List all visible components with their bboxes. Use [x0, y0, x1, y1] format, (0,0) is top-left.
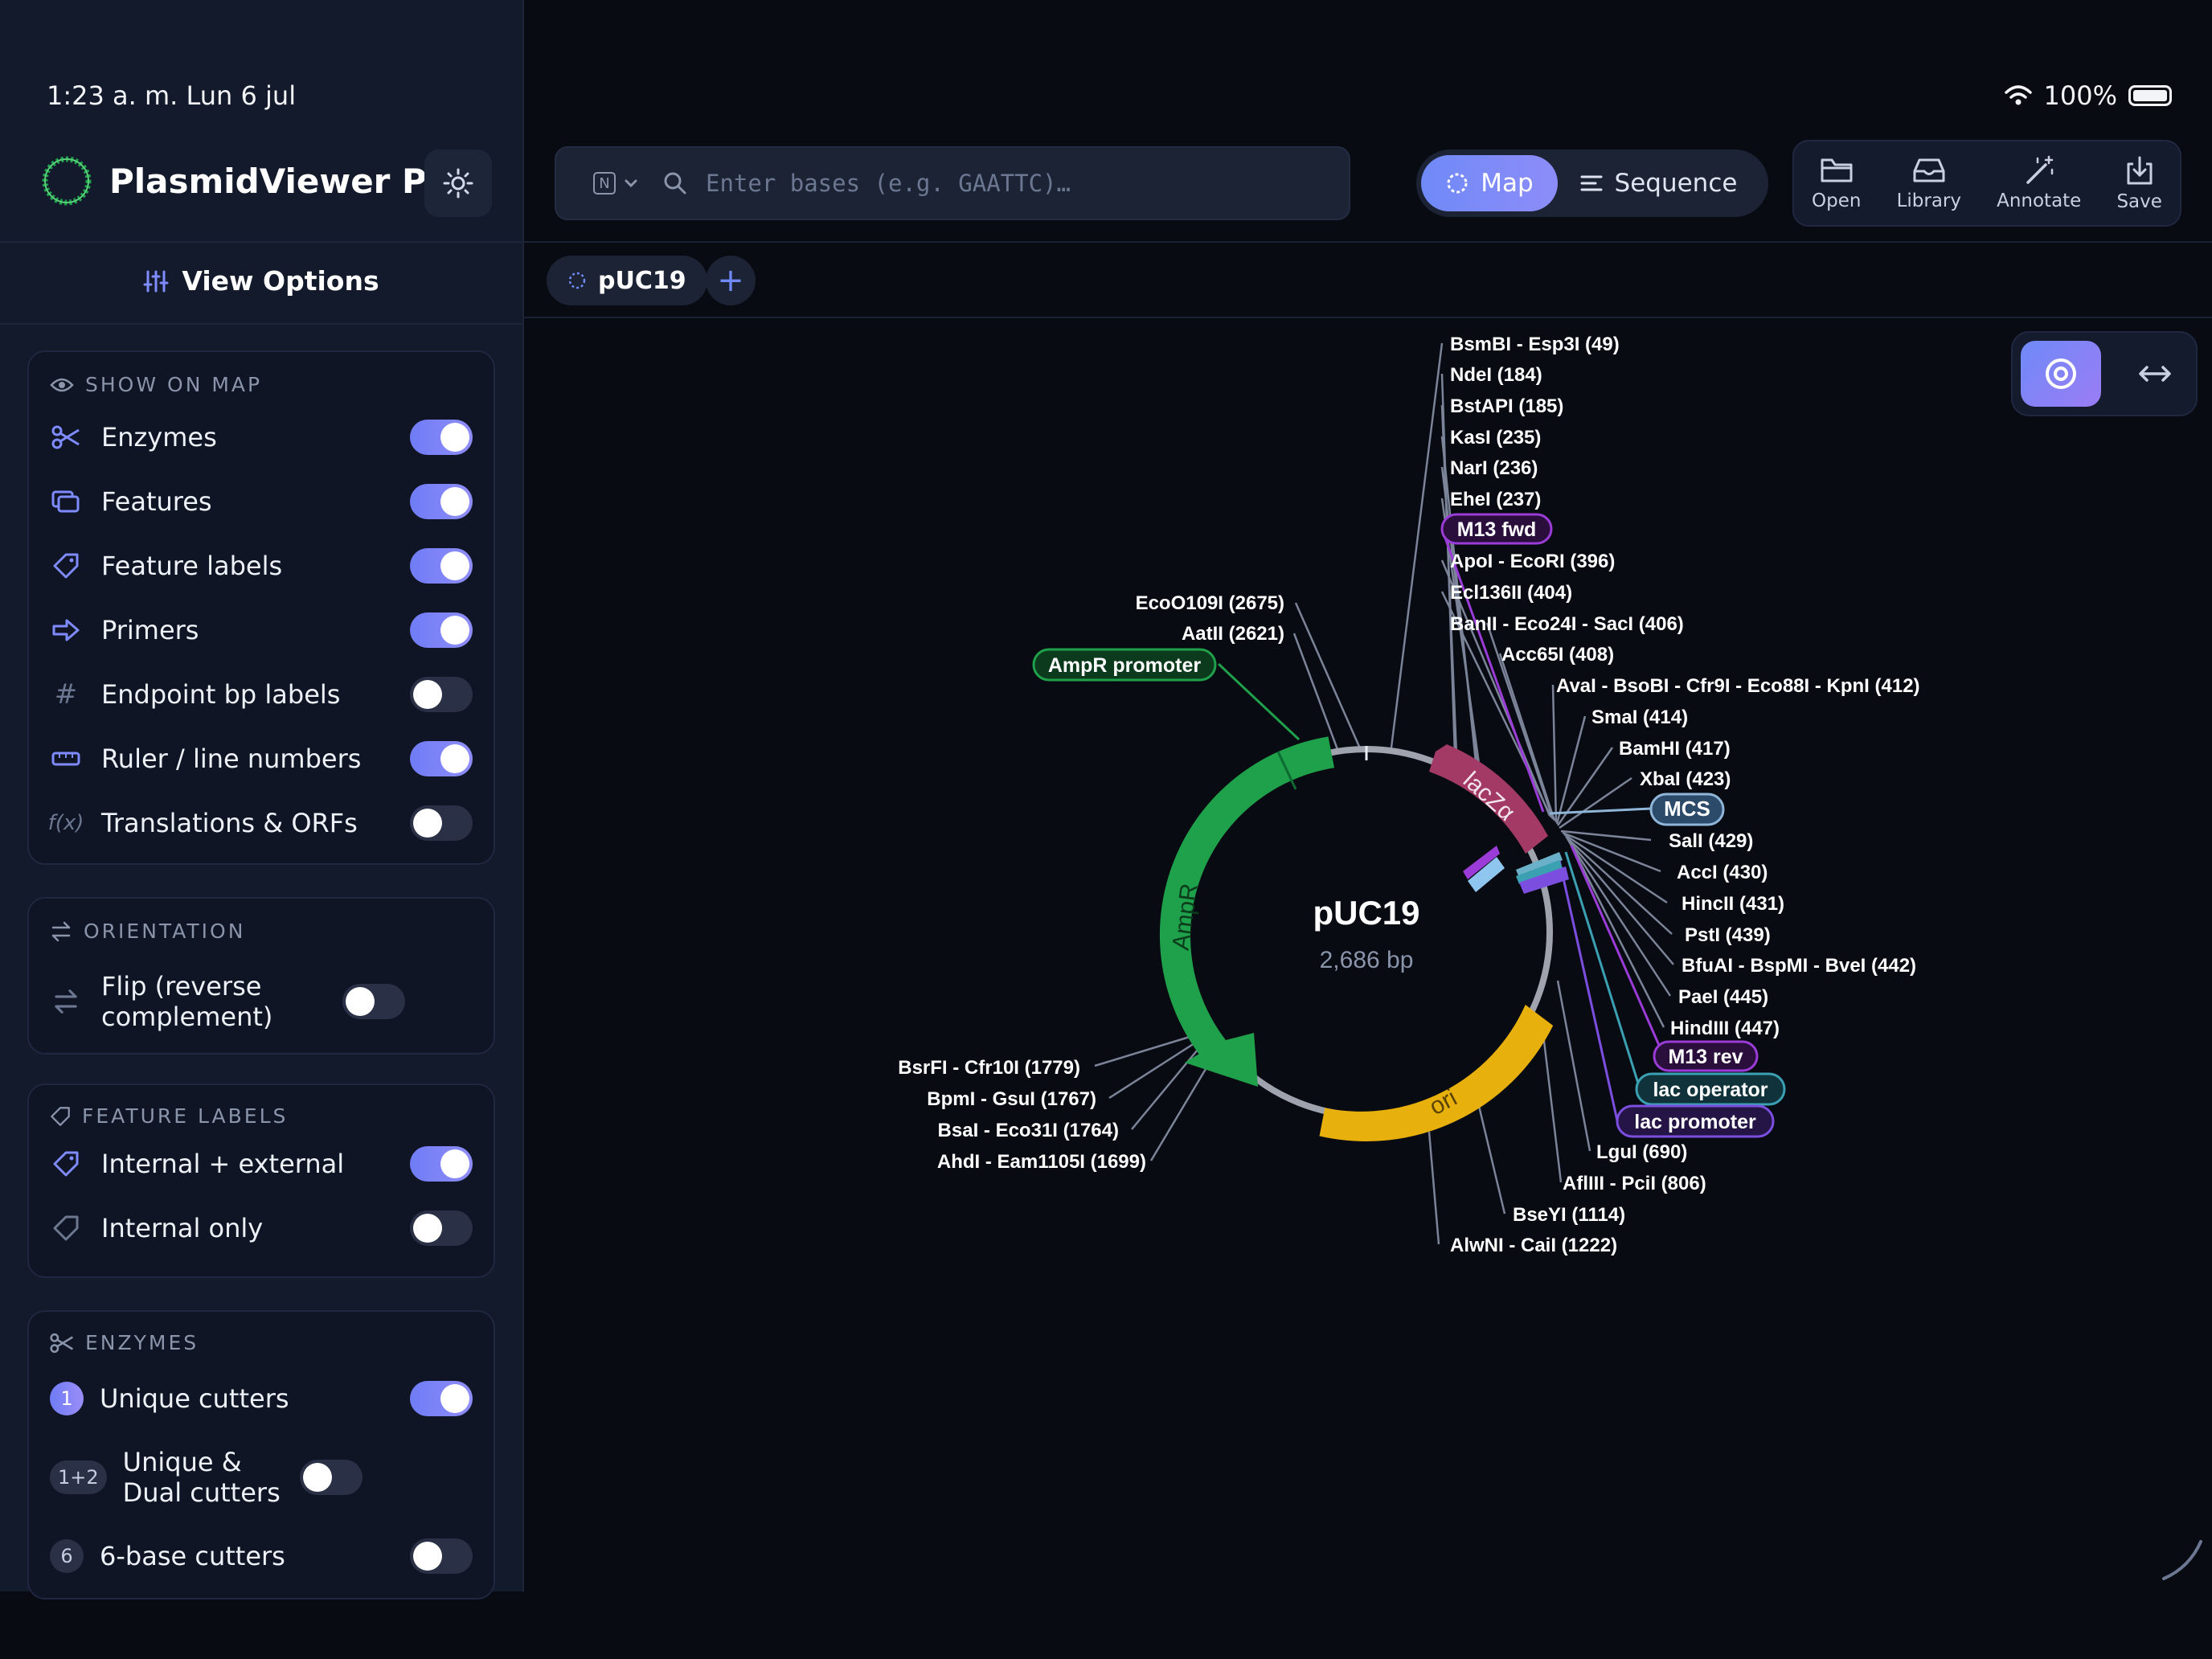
feature-pill-ampr-promoter: AmpR promoter: [1032, 648, 1217, 682]
feature-pill-label: MCS: [1664, 797, 1710, 821]
enzyme-label: AhdI - Eam1105I (1699): [937, 1151, 1146, 1173]
feature-pill-m13-fwd: M13 fwd: [1440, 513, 1553, 545]
enzyme-label: NarI (236): [1450, 457, 1538, 479]
enzyme-label: XbaI (423): [1640, 768, 1731, 790]
enzyme-label: BanII - Eco24I - SacI (406): [1450, 613, 1684, 635]
label-leader-lines: [1094, 342, 1674, 1245]
enzyme-label: AflIII - PciI (806): [1563, 1173, 1706, 1194]
enzyme-label: EheI (237): [1450, 489, 1541, 510]
enzyme-label: PstI (439): [1685, 924, 1771, 946]
feature-pill-label: M13 rev: [1668, 1046, 1743, 1068]
enzyme-label: BsrFI - Cfr10I (1779): [898, 1057, 1080, 1079]
enzyme-label: BamHI (417): [1619, 738, 1731, 760]
feature-pill-label: AmpR promoter: [1048, 654, 1202, 677]
enzyme-label: Acc65I (408): [1501, 644, 1614, 666]
plasmid-name: pUC19: [1313, 894, 1419, 932]
feature-pill-label: M13 fwd: [1457, 518, 1537, 541]
enzyme-label: LguI (690): [1596, 1141, 1687, 1163]
enzyme-label: BsaI - Eco31I (1764): [938, 1120, 1119, 1141]
feature-pill-lac-operator: lac operator: [1635, 1072, 1786, 1106]
enzyme-label: BstAPI (185): [1450, 395, 1563, 417]
resize-handle-icon[interactable]: [2162, 1540, 2202, 1580]
feature-pill-mcs: MCS: [1649, 793, 1725, 826]
enzyme-label: BsmBI - Esp3I (49): [1450, 334, 1620, 355]
primer-marks: [1463, 846, 1569, 894]
enzyme-label: AatII (2621): [1182, 623, 1284, 645]
enzyme-label: BpmI - GsuI (1767): [927, 1088, 1096, 1110]
ampr-promoter-leader: [1217, 662, 1301, 741]
enzyme-label: AvaI - BsoBI - Cfr9I - Eco88I - KpnI (41…: [1556, 675, 1920, 697]
feature-pill-m13-rev: M13 rev: [1653, 1040, 1759, 1072]
plasmid-length: 2,686 bp: [1320, 947, 1414, 973]
feature-pill-label: lac operator: [1653, 1079, 1768, 1101]
enzyme-label: Ecl136II (404): [1450, 582, 1572, 604]
enzyme-label: NdeI (184): [1450, 364, 1542, 386]
enzyme-label: BseYI (1114): [1513, 1204, 1625, 1226]
enzyme-label: AlwNI - CaiI (1222): [1450, 1235, 1617, 1256]
enzyme-label: HindIII (447): [1670, 1018, 1780, 1039]
enzyme-label: AccI (430): [1677, 862, 1768, 883]
feature-pill-lac-promoter: lac promoter: [1616, 1104, 1775, 1138]
enzyme-label: EcoO109I (2675): [1136, 592, 1284, 614]
enzyme-label: ApoI - EcoRI (396): [1450, 551, 1615, 572]
enzyme-label: BfuAI - BspMI - BveI (442): [1682, 955, 1916, 977]
enzyme-label: SalI (429): [1669, 830, 1753, 852]
enzyme-label: SmaI (414): [1591, 707, 1688, 728]
enzyme-label: KasI (235): [1450, 427, 1541, 449]
plasmid-map: AmpR lacZα ori pUC19 2,686 bp BsmBI - Es…: [898, 334, 2202, 1580]
enzyme-label: HincII (431): [1682, 893, 1784, 915]
feature-ori: [1319, 1005, 1554, 1141]
feature-pill-label: lac promoter: [1634, 1111, 1756, 1133]
enzyme-label: PaeI (445): [1678, 986, 1768, 1008]
